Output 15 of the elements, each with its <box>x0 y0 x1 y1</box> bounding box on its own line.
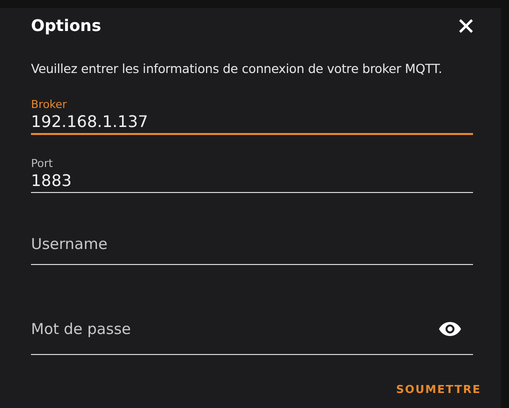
field-placeholder: Mot de passe <box>31 320 131 338</box>
close-icon[interactable] <box>457 17 475 35</box>
field-value: 1883 <box>31 170 73 192</box>
password-field[interactable]: Mot de passe <box>31 305 473 355</box>
submit-button[interactable]: SOUMETTRE <box>396 381 481 398</box>
field-label: Broker <box>31 98 68 111</box>
field-value: 192.168.1.137 <box>31 111 150 133</box>
dialog-title: Options <box>31 16 102 34</box>
field-label: Port <box>31 157 54 170</box>
dialog-description: Veuillez entrer les informations de connexion de votre broker MQTT. <box>31 61 444 76</box>
field-placeholder: Username <box>31 235 108 253</box>
eye-icon[interactable] <box>439 322 461 336</box>
text-field[interactable]: Username <box>31 224 473 265</box>
text-field[interactable]: Port 1883 <box>31 153 473 193</box>
text-field[interactable]: Broker 192.168.1.137 <box>31 94 473 135</box>
